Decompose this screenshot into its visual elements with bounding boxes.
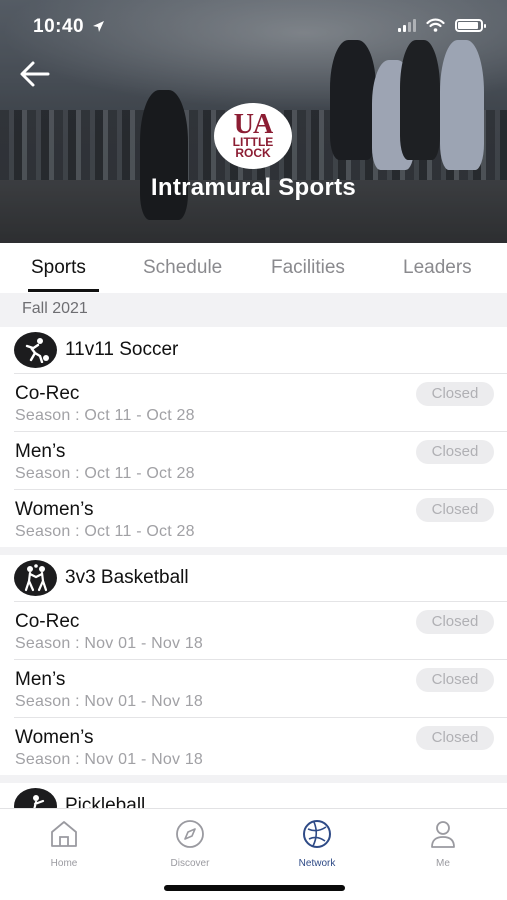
tab-bar: Sports Schedule Facilities Leaders bbox=[0, 243, 507, 293]
home-indicator[interactable] bbox=[164, 885, 345, 891]
nav-discover[interactable]: Discover bbox=[145, 817, 235, 869]
nav-me[interactable]: Me bbox=[398, 817, 488, 869]
league-name: Men’s bbox=[15, 441, 66, 462]
nav-network[interactable]: Network bbox=[272, 817, 362, 869]
battery-icon bbox=[455, 18, 486, 32]
pickleball-icon bbox=[14, 788, 57, 808]
season-header: Fall 2021 bbox=[0, 293, 507, 327]
league-row[interactable]: Men’s Season : Oct 11 - Oct 28 Closed bbox=[14, 431, 507, 489]
sport-group-soccer: 11v11 Soccer Co-Rec Season : Oct 11 - Oc… bbox=[0, 327, 507, 547]
logo-rock: ROCK bbox=[235, 146, 271, 160]
tab-facilities[interactable]: Facilities bbox=[271, 257, 345, 279]
league-dates: Season : Oct 11 - Oct 28 bbox=[15, 523, 195, 540]
league-row[interactable]: Co-Rec Season : Nov 01 - Nov 18 Closed bbox=[14, 601, 507, 659]
tab-sports[interactable]: Sports bbox=[31, 257, 86, 279]
home-icon bbox=[51, 821, 77, 847]
active-tab-indicator bbox=[28, 289, 99, 292]
league-dates: Season : Nov 01 - Nov 18 bbox=[15, 635, 204, 652]
sports-list[interactable]: Fall 2021 11v11 Soccer Co-Rec Season : O… bbox=[0, 293, 507, 808]
status-badge: Closed bbox=[416, 668, 494, 692]
status-badge: Closed bbox=[416, 382, 494, 406]
status-badge: Closed bbox=[416, 610, 494, 634]
tab-schedule[interactable]: Schedule bbox=[143, 257, 222, 279]
cellular-signal-icon bbox=[398, 18, 416, 32]
page-title: Intramural Sports bbox=[150, 174, 357, 201]
league-row[interactable]: Co-Rec Season : Oct 11 - Oct 28 Closed bbox=[14, 373, 507, 431]
network-icon bbox=[303, 820, 331, 848]
status-badge: Closed bbox=[416, 440, 494, 464]
status-badge: Closed bbox=[416, 498, 494, 522]
sport-name: Pickleball bbox=[65, 795, 146, 808]
status-badge: Closed bbox=[416, 726, 494, 750]
compass-icon bbox=[176, 820, 204, 848]
status-bar: 10:40 bbox=[0, 14, 507, 40]
nav-label: Home bbox=[50, 858, 78, 869]
sport-group-pickleball: Pickleball bbox=[0, 783, 507, 808]
person-icon bbox=[431, 821, 455, 848]
sport-header[interactable]: 3v3 Basketball bbox=[0, 555, 507, 601]
league-dates: Season : Oct 11 - Oct 28 bbox=[15, 407, 195, 424]
basketball-icon bbox=[14, 560, 57, 596]
nav-label: Network bbox=[298, 858, 336, 869]
sport-name: 3v3 Basketball bbox=[65, 567, 189, 588]
league-name: Co-Rec bbox=[15, 383, 80, 404]
back-arrow-icon[interactable] bbox=[18, 60, 52, 88]
league-name: Women’s bbox=[15, 727, 94, 748]
nav-label: Discover bbox=[170, 858, 210, 869]
logo-ua: UA bbox=[233, 109, 273, 140]
league-row[interactable]: Men’s Season : Nov 01 - Nov 18 Closed bbox=[14, 659, 507, 717]
league-row[interactable]: Women’s Season : Oct 11 - Oct 28 Closed bbox=[14, 489, 507, 547]
sport-group-basketball: 3v3 Basketball Co-Rec Season : Nov 01 - … bbox=[0, 555, 507, 775]
league-dates: Season : Nov 01 - Nov 18 bbox=[15, 693, 204, 710]
sport-header[interactable]: Pickleball bbox=[0, 783, 507, 808]
sport-header[interactable]: 11v11 Soccer bbox=[0, 327, 507, 373]
soccer-icon bbox=[14, 332, 57, 368]
location-arrow-icon bbox=[93, 21, 104, 32]
sport-name: 11v11 Soccer bbox=[65, 339, 179, 360]
university-logo: UA LITTLE ROCK bbox=[214, 103, 292, 169]
nav-home[interactable]: Home bbox=[19, 817, 109, 869]
league-row[interactable]: Women’s Season : Nov 01 - Nov 18 Closed bbox=[14, 717, 507, 775]
league-name: Women’s bbox=[15, 499, 94, 520]
header-banner: 10:40 UA LITTLE ROCK Intramural Sports bbox=[0, 0, 507, 243]
nav-label: Me bbox=[436, 858, 450, 869]
league-dates: Season : Nov 01 - Nov 18 bbox=[15, 751, 204, 768]
status-time: 10:40 bbox=[33, 16, 85, 37]
wifi-icon bbox=[426, 18, 445, 32]
league-dates: Season : Oct 11 - Oct 28 bbox=[15, 465, 195, 482]
league-name: Co-Rec bbox=[15, 611, 80, 632]
tab-leaders[interactable]: Leaders bbox=[403, 257, 472, 279]
league-name: Men’s bbox=[15, 669, 66, 690]
